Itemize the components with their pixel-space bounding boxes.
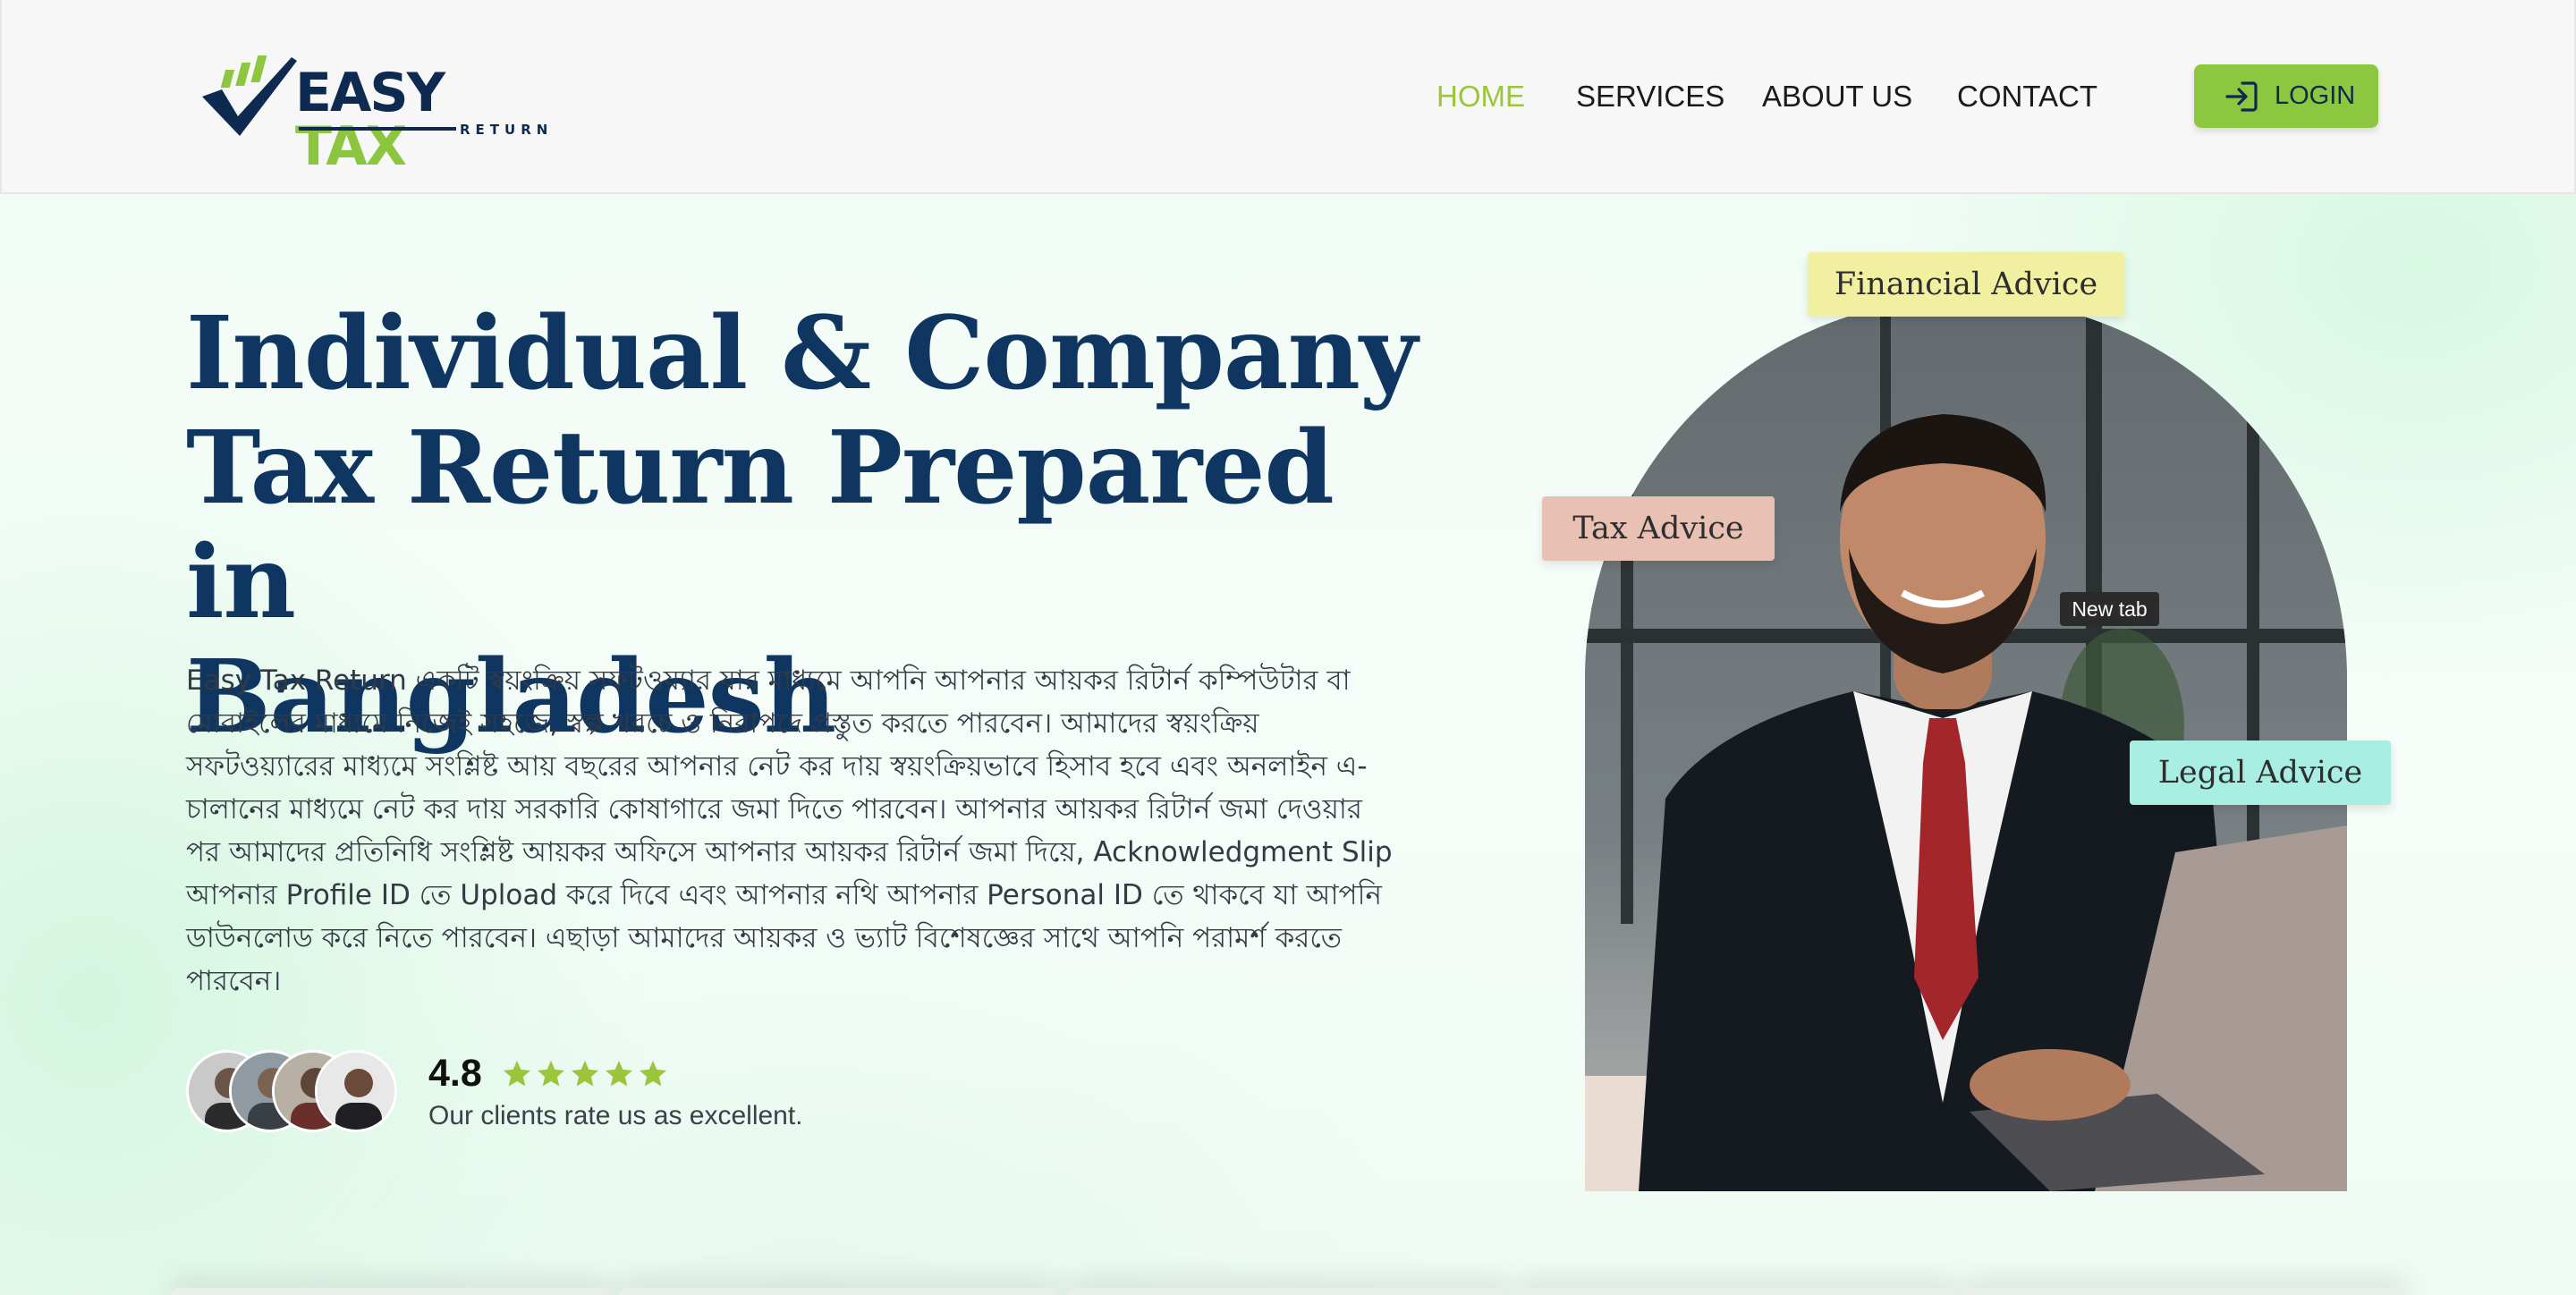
star-icon [572, 1061, 598, 1087]
service-card[interactable] [1515, 1288, 1958, 1295]
new-tab-tooltip: New tab [2060, 592, 2159, 626]
easy-tax-logo[interactable]: EASY TAX RETURN [199, 50, 565, 174]
rating-value: 4.8 [428, 1052, 482, 1095]
service-card[interactable] [618, 1288, 1061, 1295]
tax-advice-badge: Tax Advice [1542, 496, 1775, 561]
financial-advice-badge: Financial Advice [1808, 252, 2124, 317]
service-card[interactable] [1067, 1288, 1509, 1295]
logo-wordmark: EASY TAX [295, 66, 565, 174]
logo-subtitle: RETURN [460, 122, 554, 138]
logo-underline [299, 127, 456, 131]
avatar [315, 1050, 397, 1132]
nav-services[interactable]: SERVICES [1576, 77, 1724, 116]
hero-title-line: Individual & Company [186, 295, 1418, 412]
star-icon [640, 1061, 666, 1087]
checkmark-logo-icon [202, 55, 297, 136]
hero-section: Individual & Company Tax Return Prepared… [0, 194, 2576, 1295]
logo-accent: TAX [295, 115, 407, 178]
rating-stars [501, 1058, 669, 1092]
service-cards-peek [170, 1288, 2406, 1295]
site-header: EASY TAX RETURN HOME SERVICES ABOUT US C… [0, 0, 2576, 194]
star-icon [504, 1061, 530, 1087]
star-icon [538, 1061, 564, 1087]
service-card[interactable] [1964, 1288, 2406, 1295]
rating-caption: Our clients rate us as excellent. [428, 1101, 803, 1130]
nav-contact[interactable]: CONTACT [1957, 77, 2097, 116]
nav-about-us[interactable]: ABOUT US [1762, 77, 1912, 116]
sign-in-icon [2225, 81, 2258, 112]
star-icon [606, 1061, 632, 1087]
hero-title-line: Tax Return Prepared in [186, 410, 1335, 641]
legal-advice-badge: Legal Advice [2130, 741, 2391, 805]
hero-description: Easy Tax Return একটি স্বয়ংক্রিয় সফটওয়… [186, 664, 1393, 997]
client-avatars [186, 1050, 401, 1136]
login-label: LOGIN [2275, 81, 2356, 110]
service-card[interactable] [170, 1288, 612, 1295]
nav-home[interactable]: HOME [1436, 77, 1525, 116]
login-button[interactable]: LOGIN [2194, 64, 2378, 128]
